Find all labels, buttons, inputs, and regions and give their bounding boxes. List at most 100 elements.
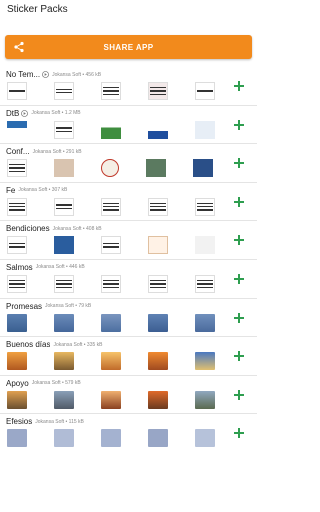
sticker-pack-row[interactable]: Bendiciones Jokansa Soft • 408 kB [0, 221, 257, 260]
sticker-preview [148, 197, 168, 216]
sticker-preview [193, 159, 213, 178]
pack-name: Efesios [6, 417, 33, 427]
sticker-preview [101, 236, 121, 255]
pack-meta: Jokansa Soft • 115 kB [35, 418, 84, 425]
sticker-preview [146, 159, 166, 178]
sticker-previews [7, 82, 242, 100]
sticker-previews [7, 274, 242, 293]
sticker-preview [148, 120, 168, 139]
sticker-preview [101, 390, 121, 409]
sticker-preview [101, 352, 121, 371]
sticker-previews [7, 313, 242, 332]
sticker-preview [7, 352, 27, 371]
share-app-label: SHARE APP [103, 42, 154, 52]
pack-meta: Jokansa Soft • 1.2 MB [31, 110, 81, 117]
sticker-preview [101, 274, 121, 293]
pack-name: Conf... [6, 147, 30, 157]
sticker-pack-row[interactable]: Conf... Jokansa Soft • 291 kB [0, 144, 257, 183]
sticker-preview [101, 159, 119, 178]
sticker-preview [148, 390, 168, 409]
sticker-preview [54, 352, 74, 371]
pack-name: No Tem... [6, 70, 41, 79]
sticker-preview [54, 313, 74, 332]
pack-name: Bendiciones [6, 224, 50, 234]
pack-meta: Jokansa Soft • 456 kB [52, 71, 102, 78]
sticker-preview [7, 390, 27, 409]
sticker-preview [7, 159, 27, 178]
sticker-pack-row[interactable]: Salmos Jokansa Soft • 446 kB [0, 260, 257, 299]
sticker-previews [7, 120, 242, 139]
sticker-preview [54, 236, 74, 255]
sticker-preview [7, 197, 27, 216]
sticker-preview [195, 197, 215, 216]
sticker-pack-list: No Tem... Jokansa Soft • 456 kB DtB Joka… [0, 67, 257, 453]
pack-meta: Jokansa Soft • 291 kB [32, 148, 82, 155]
sticker-preview [7, 120, 27, 139]
share-app-button[interactable]: SHARE APP [5, 35, 252, 59]
sticker-preview [54, 429, 74, 448]
sticker-preview [195, 120, 215, 139]
sticker-preview [195, 429, 215, 448]
pack-meta: Jokansa Soft • 408 kB [52, 225, 102, 232]
sticker-preview [7, 82, 27, 100]
app-bar: Sticker Packs [0, 0, 257, 28]
sticker-preview [54, 82, 74, 100]
sticker-preview [54, 390, 74, 409]
sticker-previews [7, 352, 242, 371]
sticker-pack-row[interactable]: Efesios Jokansa Soft • 115 kB [0, 414, 257, 453]
pack-name: Fe [6, 185, 16, 195]
sticker-preview [148, 274, 168, 293]
add-pack-button[interactable] [234, 81, 244, 91]
sticker-preview [7, 313, 27, 332]
share-icon [14, 41, 24, 53]
add-pack-button[interactable] [234, 119, 244, 130]
pack-name: DtB [6, 108, 20, 118]
sticker-pack-row[interactable]: Promesas Jokansa Soft • 79 kB [0, 299, 257, 338]
add-pack-button[interactable] [234, 158, 244, 169]
sticker-preview [101, 313, 121, 332]
pack-meta: Jokansa Soft • 335 kB [53, 341, 103, 348]
pack-name: Promesas [6, 301, 43, 311]
pack-meta: Jokansa Soft • 79 kB [45, 303, 92, 310]
sticker-preview [195, 313, 215, 332]
pack-meta: Jokansa Soft • 307 kB [18, 187, 68, 194]
sticker-preview [148, 352, 168, 371]
sticker-previews [7, 197, 242, 216]
sticker-pack-row[interactable]: Buenos días Jokansa Soft • 335 kB [0, 337, 257, 376]
sticker-preview [195, 352, 215, 371]
sticker-preview [54, 159, 74, 178]
sticker-pack-row[interactable]: No Tem... Jokansa Soft • 456 kB [0, 67, 257, 106]
page-title: Sticker Packs [7, 4, 68, 15]
sticker-preview [101, 120, 121, 139]
sticker-pack-row[interactable]: Apoyo Jokansa Soft • 579 kB [0, 376, 257, 415]
sticker-preview [195, 390, 215, 409]
sticker-previews [7, 159, 240, 178]
add-pack-button[interactable] [234, 273, 244, 284]
pack-name: Salmos [6, 262, 33, 272]
add-pack-button[interactable] [234, 235, 244, 246]
add-pack-button[interactable] [234, 312, 244, 323]
add-pack-button[interactable] [234, 351, 244, 362]
play-icon [21, 109, 29, 117]
sticker-preview [195, 82, 215, 100]
sticker-preview [148, 313, 168, 332]
add-pack-button[interactable] [234, 389, 244, 400]
sticker-preview [54, 197, 74, 216]
sticker-pack-row[interactable]: DtB Jokansa Soft • 1.2 MB [0, 106, 257, 145]
play-icon [42, 71, 50, 78]
sticker-preview [7, 236, 27, 255]
sticker-preview [195, 236, 215, 255]
sticker-previews [7, 390, 242, 409]
pack-name: Apoyo [6, 378, 29, 388]
add-pack-button[interactable] [234, 196, 244, 207]
sticker-previews [7, 236, 242, 255]
pack-meta: Jokansa Soft • 579 kB [31, 380, 81, 387]
sticker-preview [148, 236, 168, 255]
sticker-pack-row[interactable]: Fe Jokansa Soft • 307 kB [0, 183, 257, 222]
sticker-preview [195, 274, 215, 293]
sticker-previews [7, 429, 242, 448]
sticker-preview [54, 120, 74, 139]
add-pack-button[interactable] [234, 428, 244, 439]
pack-meta: Jokansa Soft • 446 kB [35, 264, 85, 271]
sticker-preview [101, 429, 121, 448]
